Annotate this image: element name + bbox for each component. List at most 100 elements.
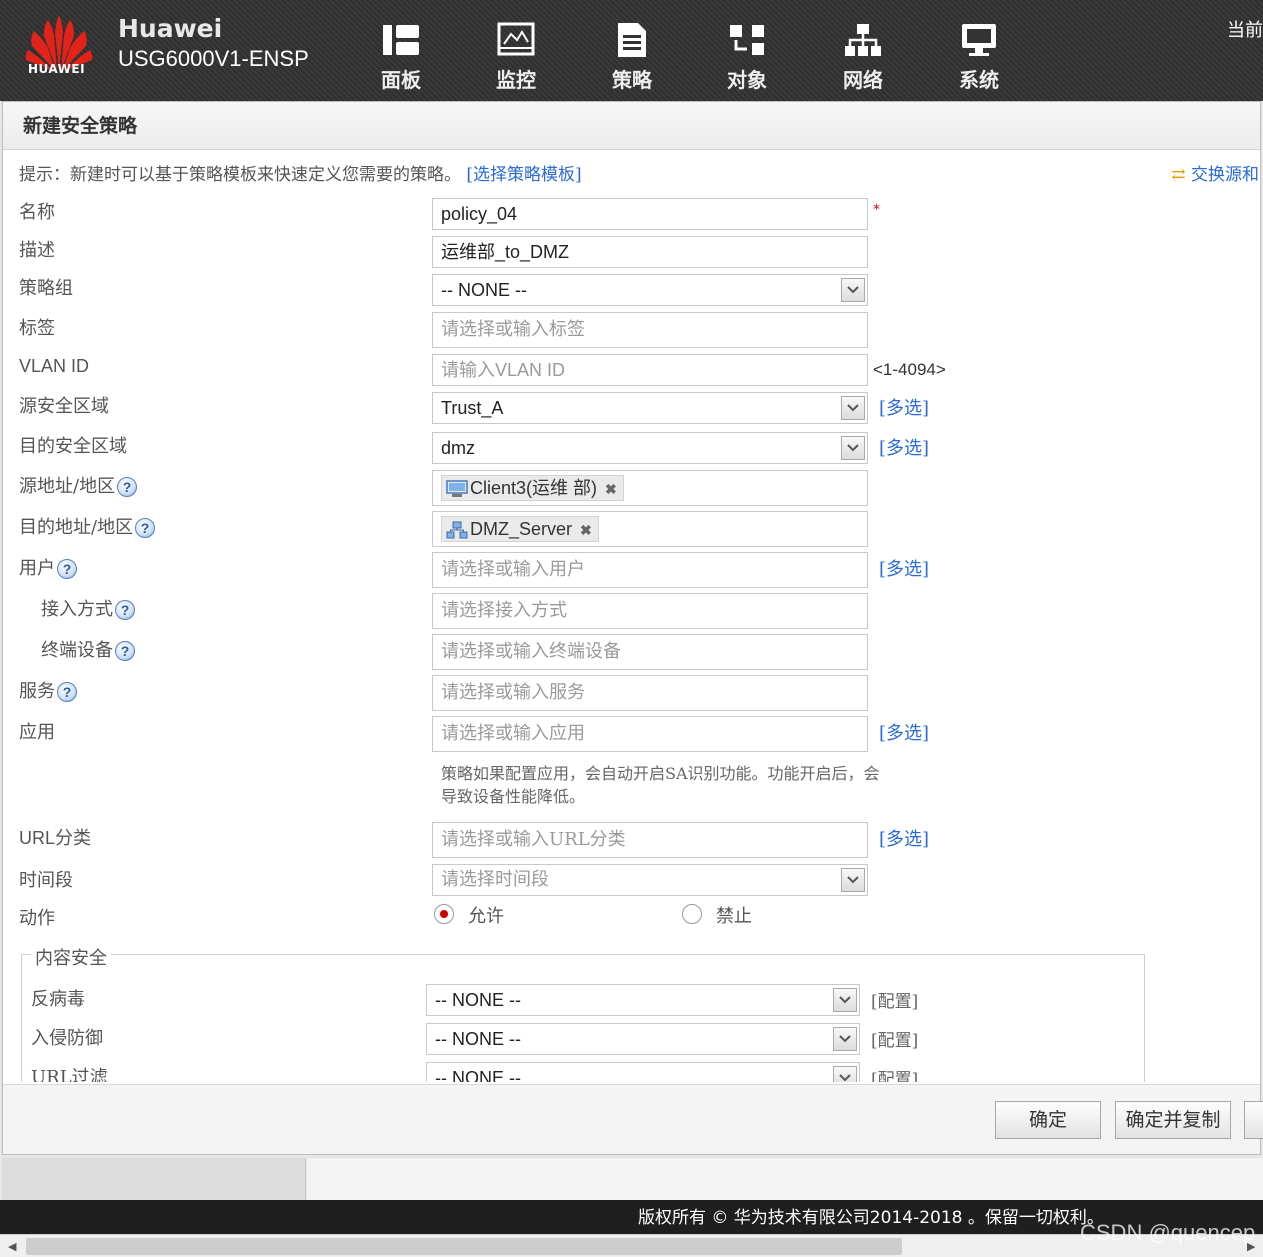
src-addr-input[interactable]: Client3(运维 部) ✖: [432, 470, 868, 506]
service-label-text: 服务: [19, 681, 55, 702]
name-input[interactable]: policy_04: [432, 198, 868, 230]
chevron-down-icon[interactable]: [841, 868, 865, 892]
ips-label: 入侵防御: [31, 1028, 103, 1049]
ok-and-copy-button[interactable]: 确定并复制: [1115, 1101, 1231, 1139]
url-filter-config-link[interactable]: [配置]: [871, 1065, 918, 1082]
chevron-down-icon[interactable]: [833, 1027, 857, 1051]
src-zone-value: Trust_A: [441, 398, 504, 418]
ips-value: -- NONE --: [435, 1029, 521, 1049]
terminal-label: 终端设备?: [41, 636, 135, 662]
time-range-label: 时间段: [19, 870, 73, 891]
url-category-multi-link[interactable]: [多选]: [879, 825, 929, 851]
dst-addr-token: DMZ_Server ✖: [441, 516, 599, 542]
chevron-down-icon[interactable]: [833, 988, 857, 1012]
application-label: 应用: [19, 722, 55, 743]
chevron-down-icon[interactable]: [841, 278, 865, 302]
policy-group-select[interactable]: -- NONE --: [432, 274, 868, 306]
chevron-down-icon[interactable]: [841, 436, 865, 460]
copyright-bar: 版权所有 © 华为技术有限公司2014-2018 。保留一切权利。: [0, 1200, 1263, 1234]
access-input[interactable]: 请选择接入方式: [432, 593, 868, 629]
access-label-text: 接入方式: [41, 599, 113, 620]
url-filter-select[interactable]: -- NONE --: [426, 1062, 860, 1082]
time-range-select[interactable]: 请选择时间段: [432, 864, 868, 896]
help-icon[interactable]: ?: [117, 477, 138, 497]
ips-config-link[interactable]: [配置]: [871, 1026, 918, 1051]
antivirus-select[interactable]: -- NONE --: [426, 984, 860, 1016]
deny-label: 禁止: [716, 906, 752, 927]
name-label: 名称: [19, 202, 55, 223]
remove-icon[interactable]: ✖: [580, 522, 592, 538]
server-group-icon: [446, 521, 468, 539]
antivirus-config-link[interactable]: [配置]: [871, 987, 918, 1012]
scroll-left-icon[interactable]: ◀: [8, 1240, 16, 1253]
tip: 提示：新建时可以基于策略模板来快速定义您需要的策略。 [选择策略模板]: [19, 160, 582, 185]
dialog-title: 新建安全策略: [3, 102, 1260, 150]
nav-dashboard[interactable]: 面板: [366, 22, 436, 93]
chevron-down-icon[interactable]: [833, 1066, 857, 1082]
swap-src-dst-link[interactable]: ⇄ 交换源和: [1171, 160, 1259, 185]
nav-policy[interactable]: 策略: [597, 22, 667, 93]
application-multi-link[interactable]: [多选]: [879, 719, 929, 745]
brand-name: Huawei: [118, 14, 223, 43]
help-icon[interactable]: ?: [57, 559, 77, 579]
dst-zone-select[interactable]: dmz: [432, 432, 868, 464]
vlan-range: <1-4094>: [873, 360, 946, 379]
dialog-body[interactable]: 提示：新建时可以基于策略模板来快速定义您需要的策略。 [选择策略模板] ⇄ 交换…: [9, 150, 1259, 1082]
dst-zone-label: 目的安全区域: [19, 436, 127, 457]
tag-input[interactable]: 请选择或输入标签: [432, 312, 868, 348]
swap-icon: ⇄: [1171, 165, 1186, 185]
vlan-label: VLAN ID: [19, 356, 90, 376]
scroll-thumb[interactable]: [26, 1238, 902, 1255]
user-multi-link[interactable]: [多选]: [879, 555, 929, 581]
src-addr-token-label: Client3(运维 部): [470, 478, 598, 498]
ok-button[interactable]: 确定: [995, 1101, 1101, 1139]
horizontal-scrollbar[interactable]: ◀ ▶: [0, 1234, 1263, 1257]
application-input[interactable]: 请选择或输入应用: [432, 716, 868, 752]
dst-addr-input[interactable]: DMZ_Server ✖: [432, 511, 868, 547]
nav-label: 对象: [727, 68, 767, 92]
url-filter-value: -- NONE --: [435, 1068, 521, 1082]
terminal-label-text: 终端设备: [41, 640, 113, 661]
tip-text: 提示：新建时可以基于策略模板来快速定义您需要的策略。: [19, 165, 461, 185]
url-category-input[interactable]: 请选择或输入URL分类: [432, 822, 868, 858]
vlan-input[interactable]: 请输入VLAN ID: [432, 354, 868, 386]
nav-system[interactable]: 系统: [944, 22, 1014, 93]
antivirus-value: -- NONE --: [435, 990, 521, 1010]
description-label: 描述: [19, 240, 55, 261]
nav-network[interactable]: 网络: [828, 22, 898, 93]
nav-label: 面板: [381, 68, 421, 92]
description-input[interactable]: 运维部_to_DMZ: [432, 236, 868, 268]
dialog-footer: 确定 确定并复制: [3, 1084, 1263, 1154]
service-label: 服务?: [19, 677, 77, 703]
chevron-down-icon[interactable]: [841, 396, 865, 420]
help-icon[interactable]: ?: [135, 518, 156, 538]
help-icon[interactable]: ?: [115, 641, 135, 661]
nav-object[interactable]: 对象: [712, 22, 782, 93]
url-category-label: URL分类: [19, 828, 92, 848]
dst-addr-token-label: DMZ_Server: [470, 519, 573, 539]
deny-radio[interactable]: [682, 904, 702, 924]
src-addr-label-text: 源地址/地区: [19, 476, 116, 497]
src-zone-select[interactable]: Trust_A: [432, 392, 868, 424]
dst-zone-multi-link[interactable]: [多选]: [879, 434, 929, 460]
service-input[interactable]: 请选择或输入服务: [432, 675, 868, 711]
permit-radio[interactable]: [434, 904, 454, 924]
help-icon[interactable]: ?: [57, 682, 77, 702]
terminal-input[interactable]: 请选择或输入终端设备: [432, 634, 868, 670]
ips-select[interactable]: -- NONE --: [426, 1023, 860, 1055]
cancel-button-partial[interactable]: [1244, 1101, 1263, 1139]
user-label-text: 用户: [19, 558, 55, 579]
remove-icon[interactable]: ✖: [605, 481, 617, 497]
select-template-link[interactable]: [选择策略模板]: [466, 165, 581, 185]
content-panel: [307, 1158, 1263, 1200]
copyright-text: 版权所有 © 华为技术有限公司2014-2018 。保留一切权利。: [638, 1208, 1104, 1228]
nav-label: 网络: [843, 68, 883, 92]
monitor-icon: [497, 22, 535, 56]
user-input[interactable]: 请选择或输入用户: [432, 552, 868, 588]
help-icon[interactable]: ?: [115, 600, 135, 620]
src-zone-multi-link[interactable]: [多选]: [879, 394, 929, 420]
object-icon: [730, 25, 764, 55]
dst-addr-label: 目的地址/地区?: [19, 513, 156, 539]
src-zone-label: 源安全区域: [19, 396, 109, 417]
nav-monitor[interactable]: 监控: [481, 22, 551, 93]
